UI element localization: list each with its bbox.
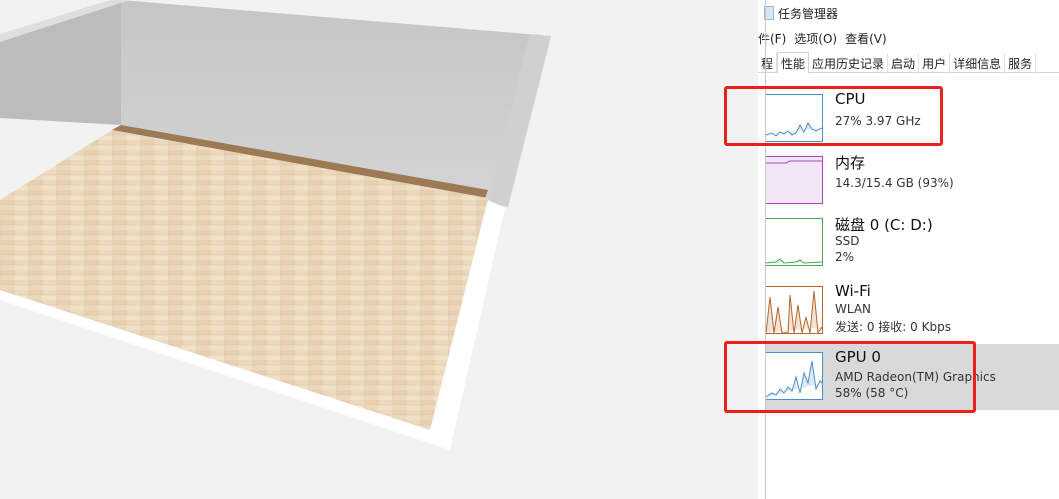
window-title: 任务管理器 bbox=[764, 5, 838, 22]
wifi-graph-thumbnail bbox=[765, 286, 823, 334]
menu-view[interactable]: 查看(V) bbox=[845, 32, 887, 46]
wifi-label: Wi-Fi bbox=[835, 282, 871, 300]
tab-app-history[interactable]: 应用历史记录 bbox=[809, 53, 889, 73]
menu-file[interactable]: 件(F) bbox=[758, 32, 786, 46]
perf-item-disk[interactable]: 磁盘 0 (C: D:) SSD 2% bbox=[765, 210, 1059, 276]
3d-viewport[interactable] bbox=[0, 0, 766, 499]
tab-performance[interactable]: 性能 bbox=[777, 52, 810, 74]
perf-item-wifi[interactable]: Wi-Fi WLAN 发送: 0 接收: 0 Kbps bbox=[765, 278, 1059, 344]
wifi-adapter: WLAN bbox=[835, 302, 872, 316]
task-manager-window: 任务管理器 件(F) 选项(O) 查看(V) 程性能 应用历史记录 启动 用户 详细信息 服务… bbox=[758, 0, 1059, 499]
memory-label: 内存 bbox=[835, 154, 866, 172]
tab-users[interactable]: 用户 bbox=[919, 53, 951, 73]
tab-processes[interactable]: 程 bbox=[758, 53, 778, 73]
tab-details[interactable]: 详细信息 bbox=[950, 53, 1006, 73]
cpu-highlight-box bbox=[724, 86, 943, 146]
perf-item-memory[interactable]: 内存 14.3/15.4 GB (93%) bbox=[765, 148, 1059, 214]
disk-label: 磁盘 0 (C: D:) bbox=[835, 216, 933, 234]
window-title-text: 任务管理器 bbox=[778, 7, 839, 21]
window-divider bbox=[765, 0, 766, 499]
disk-usage: 2% bbox=[835, 250, 855, 264]
disk-graph-thumbnail bbox=[765, 218, 823, 266]
memory-stats: 14.3/15.4 GB (93%) bbox=[835, 176, 954, 190]
memory-graph-thumbnail bbox=[765, 156, 823, 204]
room-scene bbox=[0, 0, 551, 450]
tab-bar: 程性能 应用历史记录 启动 用户 详细信息 服务 bbox=[758, 52, 1059, 74]
menu-options[interactable]: 选项(O) bbox=[794, 32, 837, 46]
menu-bar: 件(F) 选项(O) 查看(V) bbox=[758, 30, 895, 47]
disk-type: SSD bbox=[835, 234, 860, 248]
wifi-throughput: 发送: 0 接收: 0 Kbps bbox=[835, 320, 951, 334]
tab-startup[interactable]: 启动 bbox=[888, 53, 920, 73]
gpu-highlight-box bbox=[724, 341, 976, 413]
tab-services[interactable]: 服务 bbox=[1005, 53, 1037, 73]
